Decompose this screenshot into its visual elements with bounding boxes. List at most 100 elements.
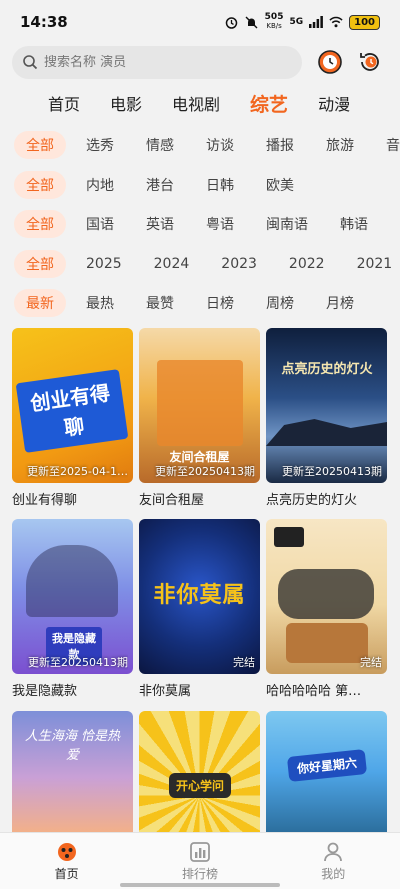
nav-item-home[interactable]: 首页 (27, 841, 107, 882)
chip-genre[interactable]: 音乐 (374, 131, 400, 159)
bottom-nav: 首页 排行榜 我的 (0, 832, 400, 889)
chip-language[interactable]: 韩语 (328, 210, 380, 238)
poster-title-art: 人生海海 恰是热爱 (24, 729, 121, 763)
status-indicators: 505 KB/s 5G 100 (225, 13, 380, 31)
user-icon (321, 841, 345, 863)
chip-year[interactable]: 2023 (209, 252, 269, 276)
filter-row-region: 全部 内地 港台 日韩 欧美 (0, 170, 400, 200)
chip-year[interactable]: 2022 (277, 252, 337, 276)
chip-genre[interactable]: 情感 (134, 131, 186, 159)
status-bar: 14:38 505 KB/s 5G 100 (0, 0, 400, 44)
poster-image: 点亮历史的灯火 更新至20250413期 (266, 328, 387, 483)
chip-genre[interactable]: 旅游 (314, 131, 366, 159)
status-time: 14:38 (20, 13, 68, 31)
update-badge: 完结 (360, 656, 382, 669)
tab-anime[interactable]: 动漫 (318, 91, 350, 115)
search-icon (22, 54, 38, 70)
poster-logo-shape (274, 527, 304, 547)
nav-label: 排行榜 (181, 866, 218, 881)
show-title: 点亮历史的灯火 (266, 493, 358, 508)
poster-group-shape (26, 545, 118, 617)
chip-sort[interactable]: 月榜 (314, 289, 366, 317)
chip-year[interactable]: 2025 (74, 252, 134, 276)
show-card[interactable]: 创业有得聊 更新至2025-04-1… 创业有得聊 (12, 328, 133, 508)
poster-title-art: 非你莫属 (153, 583, 246, 608)
chip-language-all[interactable]: 全部 (14, 210, 66, 238)
show-card[interactable]: 我是隐藏款 更新至20250413期 我是隐藏款 (12, 519, 133, 699)
show-title: 哈哈哈哈哈 第… (266, 684, 362, 699)
alarm-icon (225, 15, 239, 29)
chip-year[interactable]: 2021 (345, 252, 400, 276)
show-title: 非你莫属 (139, 684, 192, 699)
signal-label: 5G (289, 17, 304, 27)
chip-year[interactable]: 2024 (142, 252, 202, 276)
chip-language[interactable]: 国语 (74, 210, 126, 238)
chip-year-all[interactable]: 全部 (14, 250, 66, 278)
show-card[interactable]: 开心学问 (139, 711, 260, 832)
show-title: 我是隐藏款 (12, 684, 78, 699)
show-title: 创业有得聊 (12, 493, 78, 508)
chip-language[interactable]: 闽南语 (254, 210, 320, 238)
chip-sort-latest[interactable]: 最新 (14, 289, 66, 317)
battery-indicator: 100 (349, 14, 380, 30)
home-indicator (120, 883, 280, 887)
chip-sort[interactable]: 日榜 (194, 289, 246, 317)
search-input[interactable] (44, 54, 284, 70)
download-record-icon[interactable] (356, 48, 384, 76)
poster-image: 完结 (266, 519, 387, 674)
mute-bell-icon (245, 15, 259, 29)
signal-bars-icon (309, 15, 324, 29)
show-card[interactable]: 友间合租屋 更新至20250413期 友间合租屋 (139, 328, 260, 508)
tab-tv[interactable]: 电视剧 (172, 91, 220, 115)
chip-genre[interactable]: 访谈 (194, 131, 246, 159)
show-card[interactable]: 你好星期六 (266, 711, 387, 832)
nav-label: 我的 (321, 866, 346, 881)
poster-image: 开心学问 (139, 711, 260, 832)
chip-language[interactable]: 粤语 (194, 210, 246, 238)
show-title: 友间合租屋 (139, 493, 205, 508)
filter-row-sort: 最新 最热 最赞 日榜 周榜 月榜 (0, 288, 400, 318)
chip-genre[interactable]: 播报 (254, 131, 306, 159)
nav-label: 首页 (54, 866, 79, 881)
poster-mountain-shape (266, 419, 387, 446)
tab-movie[interactable]: 电影 (110, 91, 142, 115)
nav-item-ranking[interactable]: 排行榜 (160, 841, 240, 882)
chart-icon (188, 841, 212, 863)
chip-sort[interactable]: 周榜 (254, 289, 306, 317)
update-badge: 更新至20250413期 (28, 656, 128, 669)
poster-house-shape (157, 360, 243, 446)
show-card[interactable]: 完结 哈哈哈哈哈 第… (266, 519, 387, 699)
chip-region-all[interactable]: 全部 (14, 171, 66, 199)
filter-row-year: 全部 2025 2024 2023 2022 2021 2020 (0, 249, 400, 279)
poster-image: 友间合租屋 更新至20250413期 (139, 328, 260, 483)
update-badge: 更新至20250413期 (155, 465, 255, 478)
poster-image: 我是隐藏款 更新至20250413期 (12, 519, 133, 674)
chip-region[interactable]: 港台 (134, 171, 186, 199)
filter-row-language: 全部 国语 英语 粤语 闽南语 韩语 日语 (0, 209, 400, 239)
chip-region[interactable]: 日韩 (194, 171, 246, 199)
chip-genre-all[interactable]: 全部 (14, 131, 66, 159)
filter-row-genre: 全部 选秀 情感 访谈 播报 旅游 音乐 美 (0, 130, 400, 160)
show-card[interactable]: 人生海海 恰是热爱 (12, 711, 133, 832)
nav-item-profile[interactable]: 我的 (293, 841, 373, 882)
chip-genre[interactable]: 选秀 (74, 131, 126, 159)
update-badge: 更新至20250413期 (282, 465, 382, 478)
tab-home[interactable]: 首页 (48, 91, 80, 115)
show-card[interactable]: 非你莫属 完结 非你莫属 (139, 519, 260, 699)
chip-region[interactable]: 内地 (74, 171, 126, 199)
tab-variety[interactable]: 综艺 (250, 90, 288, 117)
poster-image: 你好星期六 (266, 711, 387, 832)
show-card[interactable]: 点亮历史的灯火 更新至20250413期 点亮历史的灯火 (266, 328, 387, 508)
search-box[interactable] (12, 45, 302, 79)
search-row (12, 45, 392, 79)
chip-language[interactable]: 英语 (134, 210, 186, 238)
poster-image: 创业有得聊 更新至2025-04-1… (12, 328, 133, 483)
update-badge: 更新至2025-04-1… (27, 465, 128, 478)
chip-sort[interactable]: 最热 (74, 289, 126, 317)
chip-region[interactable]: 欧美 (254, 171, 306, 199)
history-clock-icon[interactable] (316, 48, 344, 76)
chip-sort[interactable]: 最赞 (134, 289, 186, 317)
chip-language[interactable]: 日语 (388, 210, 400, 238)
poster-title-art: 开心学问 (169, 773, 231, 798)
net-speed: 505 KB/s (264, 12, 284, 31)
